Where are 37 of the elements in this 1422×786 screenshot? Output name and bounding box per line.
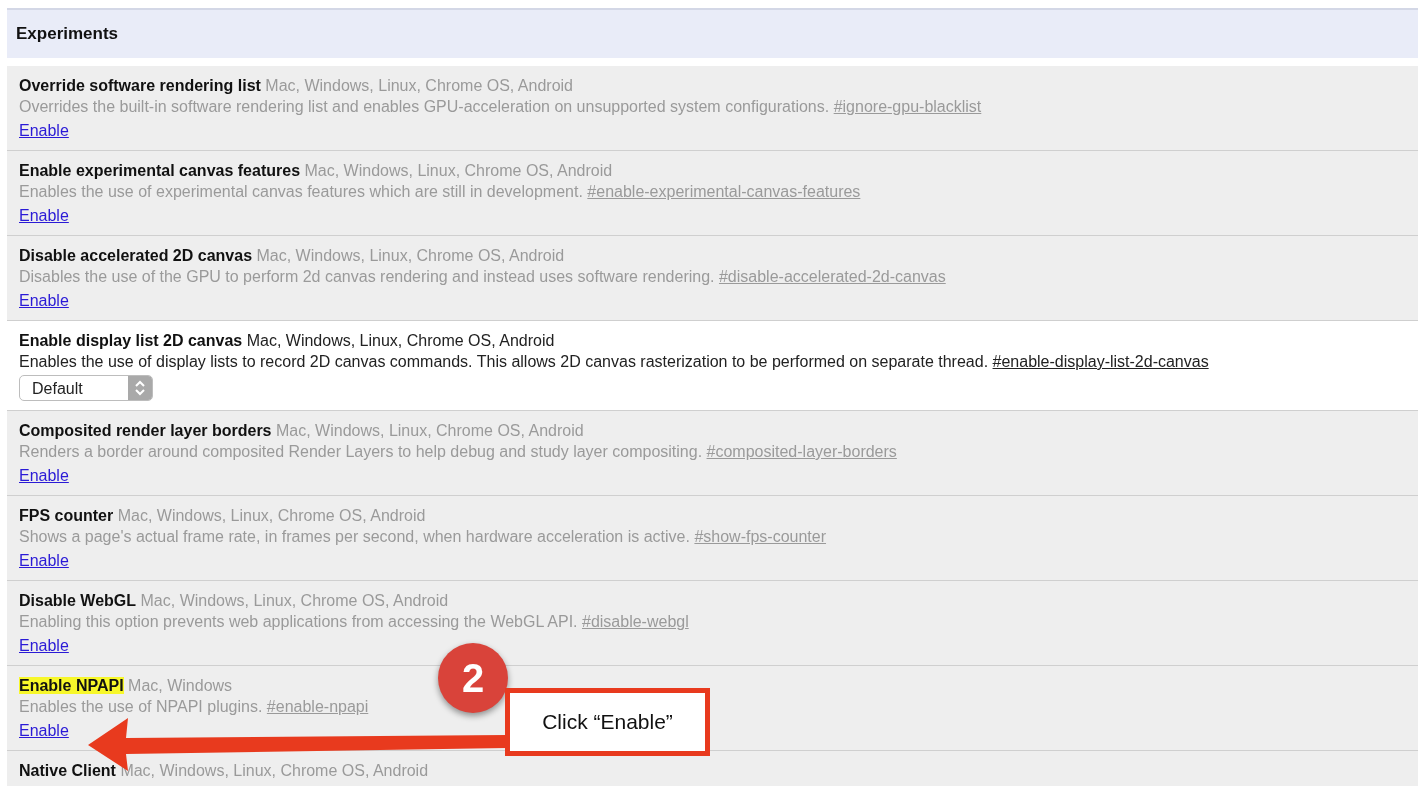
experiment-name: Native Client [19, 762, 116, 779]
enable-link[interactable]: Enable [19, 550, 69, 571]
platform-list: Mac, Windows, Linux, Chrome OS, Android [140, 592, 449, 609]
option-dropdown[interactable]: Default [19, 375, 153, 401]
enable-link[interactable]: Enable [19, 120, 69, 141]
platform-list: Mac, Windows, Linux, Chrome OS, Android [256, 247, 565, 264]
enable-link[interactable]: Enable [19, 720, 69, 741]
platform-list: Mac, Windows, Linux, Chrome OS, Android [117, 507, 426, 524]
experiment-description: Renders a border around composited Render Layers to help debug and study layer compositing. [19, 443, 703, 460]
experiment-name: Enable display list 2D canvas [19, 332, 243, 349]
enable-link[interactable]: Enable [19, 635, 69, 656]
experiment-name: Disable accelerated 2D canvas [19, 247, 253, 264]
experiment-name: Enable experimental canvas features [19, 162, 301, 179]
experiment-description: Disables the use of the GPU to perform 2d canvas rendering and instead uses software rendering. [19, 268, 715, 285]
experiment-name: FPS counter [19, 507, 114, 524]
section-title: Experiments [16, 24, 119, 44]
platform-list: Mac, Windows, Linux, Chrome OS, Android [304, 162, 613, 179]
experiment-name: Override software rendering list [19, 77, 261, 94]
enable-link[interactable]: Enable [19, 465, 69, 486]
experiment-description: Shows a page's actual frame rate, in frames per second, when hardware acceleration is active. [19, 528, 690, 545]
experiment-name: Composited render layer borders [19, 422, 272, 439]
experiment-description: Enabling this option prevents web applications from accessing the WebGL API. [19, 613, 578, 630]
experiment-name: Enable NPAPI [19, 677, 124, 694]
experiment-description: Enables the use of experimental canvas features which are still in development. [19, 183, 583, 200]
callout-text: Click “Enable” [505, 688, 710, 756]
enable-link[interactable]: Enable [19, 205, 69, 226]
experiment-description: Overrides the built-in software rendering list and enables GPU-acceleration on unsupported system configurations. [19, 98, 830, 115]
experiment-description: Enables the use of display lists to record 2D canvas commands. This allows 2D canvas rasterization to be performed on separate thread. [19, 353, 989, 370]
hashtag-link[interactable]: #enable-display-list-2d-canvas [992, 353, 1209, 370]
platform-list: Mac, Windows, Linux, Chrome OS, Android [265, 77, 573, 94]
enable-link[interactable]: Enable [19, 290, 69, 311]
platform-list: Mac, Windows, Linux, Chrome OS, Android [275, 422, 584, 439]
platform-list: Mac, Windows, Linux, Chrome OS, Android [246, 332, 555, 349]
platform-list: Mac, Windows [128, 677, 233, 694]
experiment-description: Enables the use of NPAPI plugins. [19, 698, 263, 715]
up-down-arrows-icon [128, 376, 152, 400]
experiment-name: Disable WebGL [19, 592, 137, 609]
